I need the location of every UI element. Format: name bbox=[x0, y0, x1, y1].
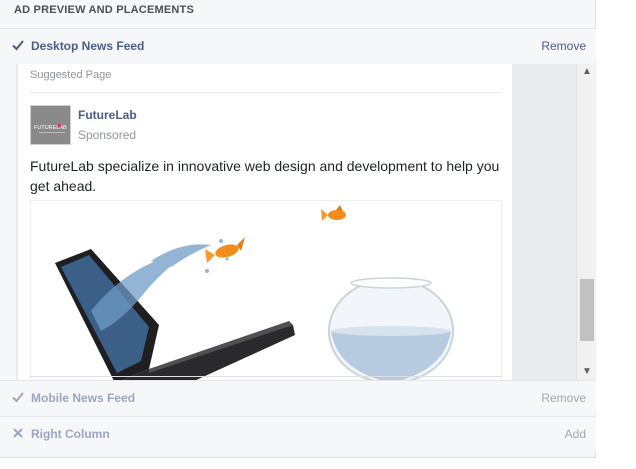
preview-viewport: Suggested Page FUTURELAB FutureLab Spons… bbox=[16, 64, 576, 380]
ad-preview-card: Suggested Page FUTURELAB FutureLab Spons… bbox=[18, 64, 512, 380]
placement-right-column[interactable]: Right Column Add bbox=[0, 416, 596, 451]
sponsored-label: Sponsored bbox=[78, 128, 137, 142]
image-caption-divider bbox=[30, 376, 502, 377]
section-title: AD PREVIEW AND PLACEMENTS bbox=[14, 4, 194, 16]
goldfish-top-icon bbox=[321, 205, 346, 221]
add-right-column-button[interactable]: Add bbox=[565, 427, 586, 441]
scroll-thumb[interactable] bbox=[580, 279, 594, 341]
placement-label: Right Column bbox=[31, 427, 110, 441]
goldfish-jumping-icon bbox=[205, 237, 245, 263]
placement-label: Desktop News Feed bbox=[31, 39, 145, 53]
placement-label: Mobile News Feed bbox=[31, 391, 136, 405]
scroll-up-icon[interactable]: ▲ bbox=[577, 64, 597, 80]
page-logo[interactable]: FUTURELAB bbox=[30, 105, 71, 145]
suggested-page-label: Suggested Page bbox=[30, 69, 112, 81]
checkmark-icon bbox=[12, 40, 24, 51]
page-logo-text: FUTURELAB bbox=[34, 125, 67, 131]
scroll-down-icon[interactable]: ▼ bbox=[577, 364, 597, 380]
laptop-illustration bbox=[55, 249, 295, 380]
close-icon bbox=[13, 428, 23, 438]
remove-desktop-button[interactable]: Remove bbox=[541, 39, 586, 53]
placement-desktop-news-feed[interactable]: Desktop News Feed Remove bbox=[0, 28, 596, 63]
card-divider bbox=[30, 92, 500, 93]
placement-mobile-news-feed[interactable]: Mobile News Feed Remove bbox=[0, 380, 596, 415]
page-name-link[interactable]: FutureLab bbox=[78, 108, 137, 122]
remove-mobile-button[interactable]: Remove bbox=[541, 391, 586, 405]
ad-image[interactable] bbox=[30, 200, 502, 380]
checkmark-icon bbox=[12, 392, 24, 403]
preview-scrollbar[interactable]: ▲ ▼ bbox=[576, 64, 596, 380]
ad-preview-panel: AD PREVIEW AND PLACEMENTS Desktop News F… bbox=[0, 0, 596, 458]
fishbowl-illustration bbox=[328, 277, 454, 380]
post-body-text: FutureLab specialize in innovative web d… bbox=[30, 158, 500, 194]
